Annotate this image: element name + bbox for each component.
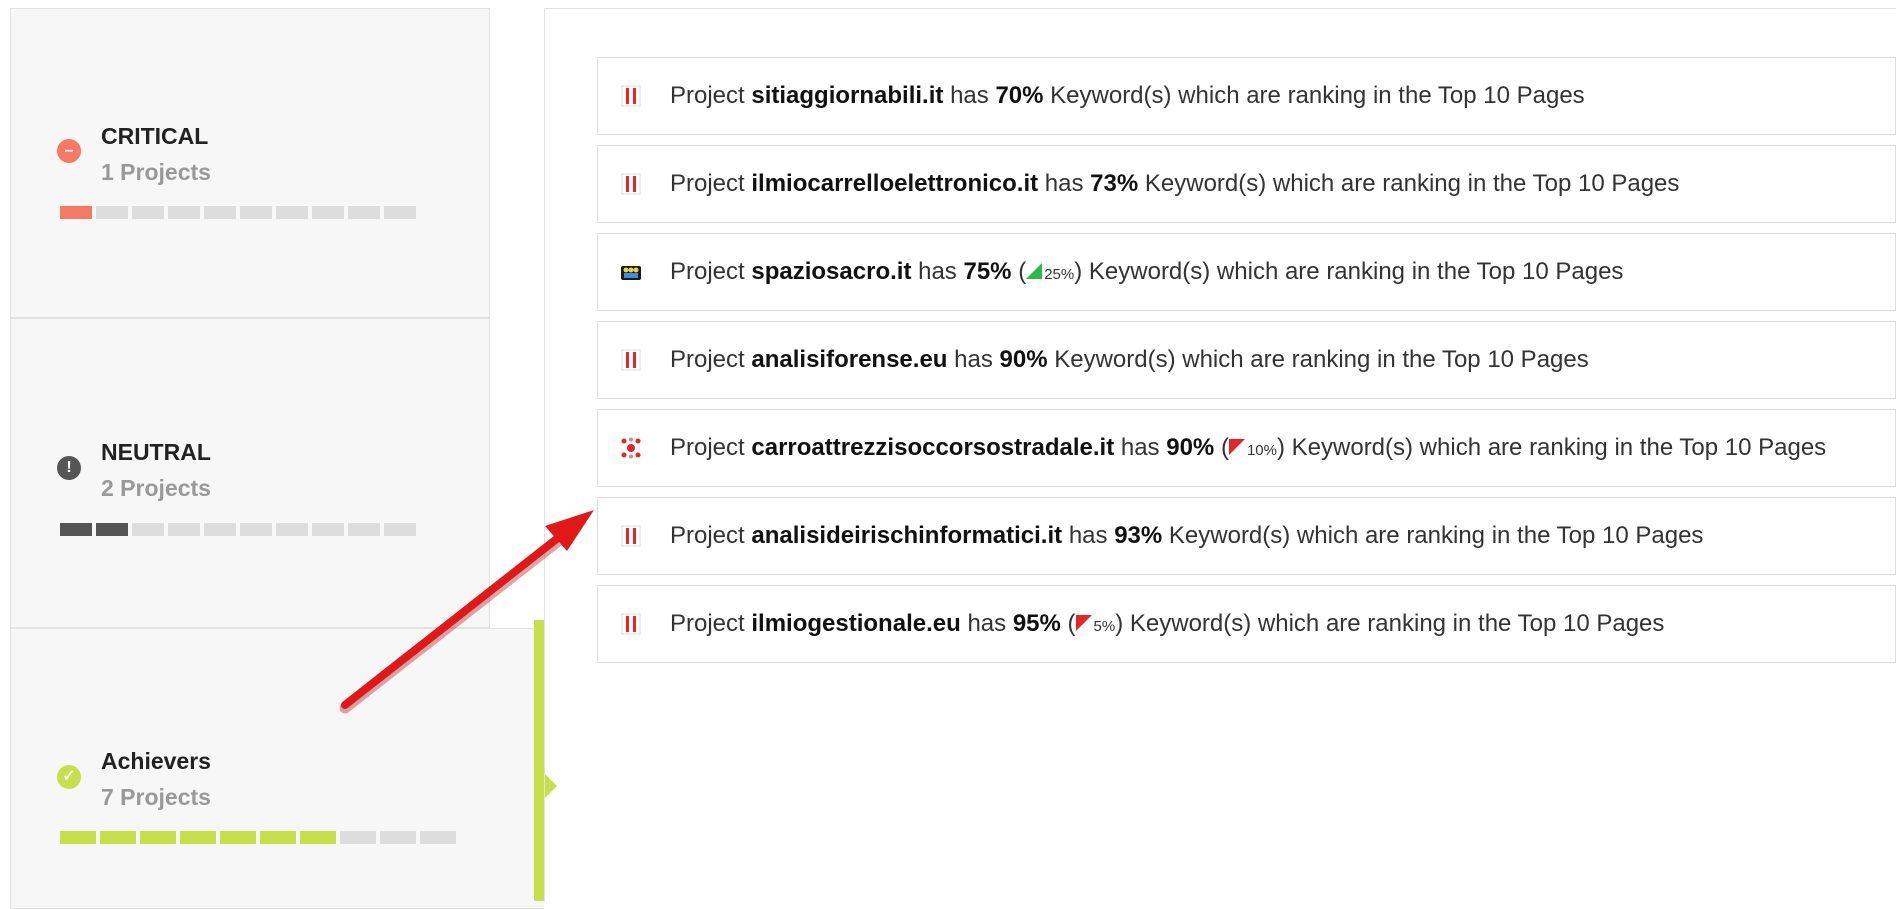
annotation-arrow (339, 510, 594, 714)
